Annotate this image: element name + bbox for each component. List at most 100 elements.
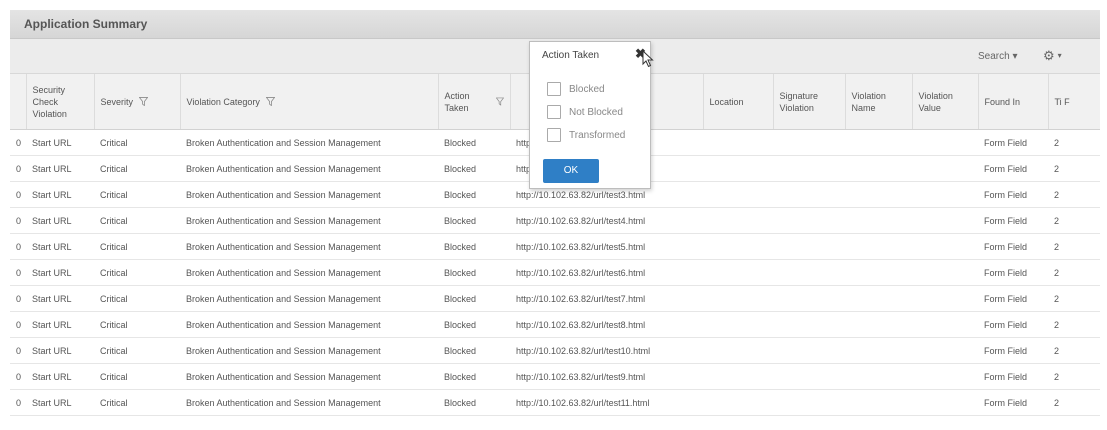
violation-category-cell: Broken Authentication and Session Manage… bbox=[180, 389, 438, 416]
popup-title: Action Taken bbox=[542, 50, 600, 61]
found-in-cell: Form Field bbox=[978, 207, 1048, 234]
settings-button[interactable]: ⚙ ▾ bbox=[1043, 48, 1062, 64]
found-in-cell: Form Field bbox=[978, 337, 1048, 364]
col-header-violation-category[interactable]: Violation Category bbox=[180, 74, 439, 130]
option-label: Not Blocked bbox=[569, 106, 623, 118]
table-row[interactable]: 0Start URLCriticalBroken Authentication … bbox=[10, 311, 1100, 338]
col-header-location[interactable]: Location bbox=[703, 74, 774, 130]
severity-cell: Critical bbox=[94, 259, 180, 286]
table-row[interactable]: 0Start URLCriticalBroken Authentication … bbox=[10, 415, 1100, 425]
col-header-found-in[interactable]: Found In bbox=[978, 74, 1049, 130]
table-row[interactable]: 0Start URLCriticalBroken Authentication … bbox=[10, 207, 1100, 234]
severity-cell: Critical bbox=[94, 181, 180, 208]
table-row[interactable]: 0Start URLCriticalBroken Authentication … bbox=[10, 389, 1100, 416]
security-check-cell: Start URL bbox=[26, 311, 94, 338]
violation-name-cell bbox=[845, 389, 912, 416]
table-row[interactable]: 0Start URLCriticalBroken Authentication … bbox=[10, 259, 1100, 286]
url-cell: http://10.102.63.82/url/test8.html bbox=[510, 311, 703, 338]
url-cell: http://10.102.63.82/url/test7.html bbox=[510, 285, 703, 312]
security-check-cell: Start URL bbox=[26, 129, 94, 156]
col-header-violation-name[interactable]: Violation Name bbox=[845, 74, 913, 130]
violation-name-cell bbox=[845, 285, 912, 312]
found-in-cell: Form Field bbox=[978, 181, 1048, 208]
filter-option-transformed[interactable]: Transformed bbox=[547, 128, 625, 142]
security-check-cell: Start URL bbox=[26, 415, 94, 425]
violation-value-cell bbox=[912, 415, 978, 425]
col-header-violation-value[interactable]: Violation Value bbox=[912, 74, 979, 130]
truncated-cell: 2 bbox=[1048, 129, 1100, 156]
filter-icon[interactable] bbox=[265, 97, 275, 106]
action-taken-cell: Blocked bbox=[438, 311, 510, 338]
table-row[interactable]: 0Start URLCriticalBroken Authentication … bbox=[10, 363, 1100, 390]
violation-value-cell bbox=[912, 207, 978, 234]
panel-title: Application Summary bbox=[24, 17, 148, 31]
checkbox[interactable] bbox=[547, 105, 561, 119]
action-taken-cell: Blocked bbox=[438, 233, 510, 260]
violation-name-cell bbox=[845, 181, 912, 208]
violation-name-cell bbox=[845, 207, 912, 234]
security-check-cell: Start URL bbox=[26, 181, 94, 208]
violation-name-cell bbox=[845, 259, 912, 286]
checkbox[interactable] bbox=[547, 128, 561, 142]
violation-value-cell bbox=[912, 285, 978, 312]
severity-cell: Critical bbox=[94, 233, 180, 260]
signature-violation-cell bbox=[773, 415, 845, 425]
truncated-cell: 2 bbox=[1048, 415, 1100, 425]
action-taken-cell: Blocked bbox=[438, 259, 510, 286]
violation-category-cell: Broken Authentication and Session Manage… bbox=[180, 285, 438, 312]
signature-violation-cell bbox=[773, 389, 845, 416]
ok-button[interactable]: OK bbox=[543, 159, 599, 183]
found-in-cell: Form Field bbox=[978, 155, 1048, 182]
table-row[interactable]: 0Start URLCriticalBroken Authentication … bbox=[10, 233, 1100, 260]
truncated-cell: 2 bbox=[1048, 285, 1100, 312]
mouse-pointer-icon bbox=[642, 50, 654, 68]
signature-violation-cell bbox=[773, 285, 845, 312]
truncated-cell: 2 bbox=[1048, 337, 1100, 364]
checkbox[interactable] bbox=[547, 82, 561, 96]
row-index: 0 bbox=[10, 389, 26, 416]
table-row[interactable]: 0Start URLCriticalBroken Authentication … bbox=[10, 337, 1100, 364]
violation-name-cell bbox=[845, 155, 912, 182]
truncated-cell: 2 bbox=[1048, 311, 1100, 338]
security-check-cell: Start URL bbox=[26, 233, 94, 260]
chevron-down-icon: ▾ bbox=[1057, 51, 1062, 60]
filter-option-not-blocked[interactable]: Not Blocked bbox=[547, 105, 623, 119]
found-in-cell: Form Field bbox=[978, 285, 1048, 312]
col-header-security-check[interactable]: Security Check Violation bbox=[26, 74, 95, 130]
violation-value-cell bbox=[912, 363, 978, 390]
url-cell: http://10.102.63.82/url/test6.html bbox=[510, 259, 703, 286]
location-cell bbox=[703, 285, 773, 312]
table-row[interactable]: 0Start URLCriticalBroken Authentication … bbox=[10, 285, 1100, 312]
violation-name-cell bbox=[845, 129, 912, 156]
severity-cell: Critical bbox=[94, 285, 180, 312]
url-cell: http://10.102.63.82/url/test9.html bbox=[510, 363, 703, 390]
location-cell bbox=[703, 311, 773, 338]
search-button[interactable]: Search ▾ bbox=[978, 51, 1017, 62]
col-header-signature-violation[interactable]: Signature Violation bbox=[773, 74, 846, 130]
filter-icon[interactable] bbox=[495, 97, 504, 106]
found-in-cell: Form Field bbox=[978, 363, 1048, 390]
location-cell bbox=[703, 155, 773, 182]
violation-category-cell: Broken Authentication and Session Manage… bbox=[180, 363, 438, 390]
violation-category-cell: Broken Authentication and Session Manage… bbox=[180, 311, 438, 338]
security-check-cell: Start URL bbox=[26, 363, 94, 390]
col-header-severity[interactable]: Severity bbox=[94, 74, 181, 130]
panel-title-bar: Application Summary bbox=[10, 10, 1100, 39]
severity-cell: Critical bbox=[94, 415, 180, 425]
row-index: 0 bbox=[10, 181, 26, 208]
found-in-cell: Form Field bbox=[978, 389, 1048, 416]
violation-name-cell bbox=[845, 415, 912, 425]
col-header-action-taken[interactable]: Action Taken bbox=[438, 74, 511, 130]
signature-violation-cell bbox=[773, 337, 845, 364]
truncated-cell: 2 bbox=[1048, 233, 1100, 260]
violation-category-cell: Broken Authentication and Session Manage… bbox=[180, 181, 438, 208]
truncated-cell: 2 bbox=[1048, 181, 1100, 208]
violation-value-cell bbox=[912, 129, 978, 156]
signature-violation-cell bbox=[773, 311, 845, 338]
action-taken-cell: Blocked bbox=[438, 285, 510, 312]
filter-icon[interactable] bbox=[139, 97, 149, 106]
violation-name-cell bbox=[845, 233, 912, 260]
col-header-truncated[interactable]: Ti F bbox=[1048, 74, 1100, 130]
option-label: Transformed bbox=[569, 129, 626, 141]
filter-option-blocked[interactable]: Blocked bbox=[547, 82, 605, 96]
